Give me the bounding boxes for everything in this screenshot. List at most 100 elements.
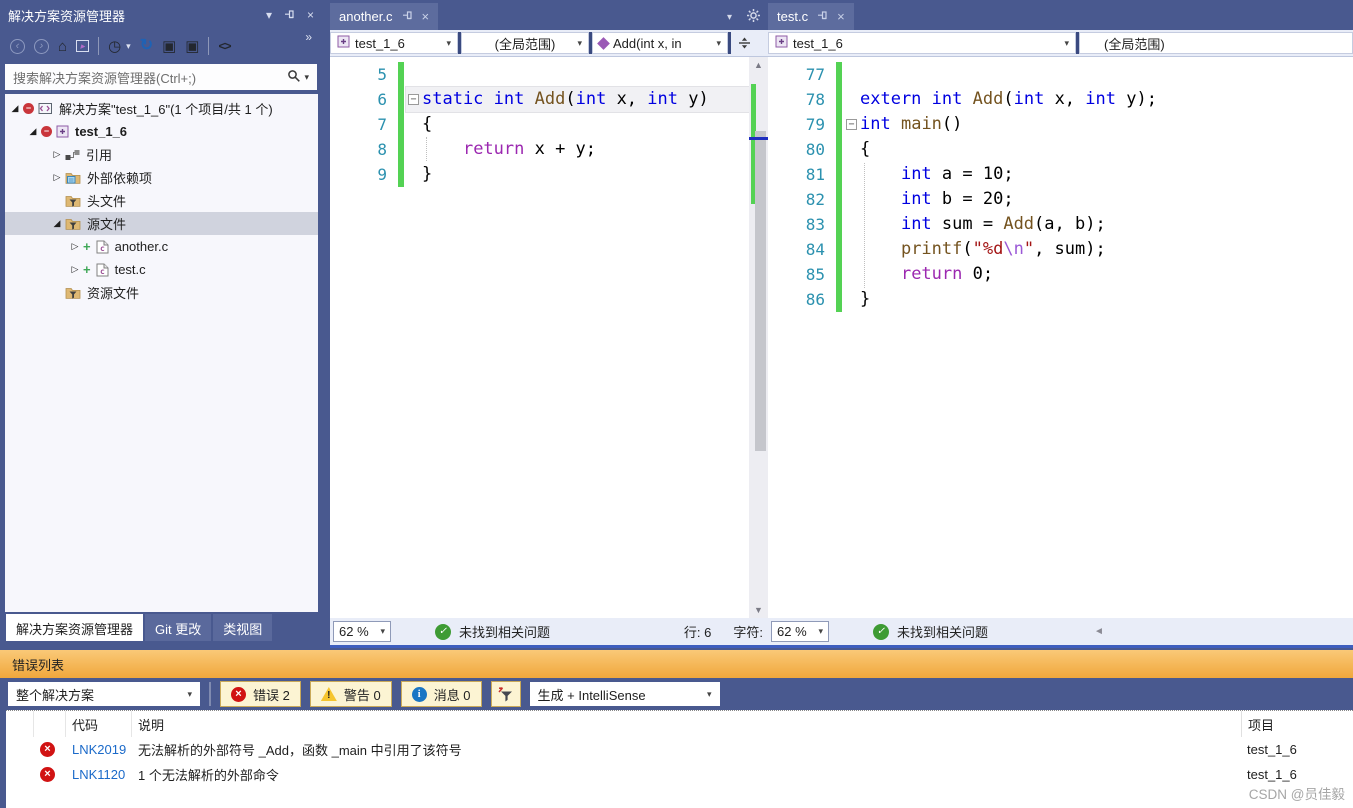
refresh-icon[interactable]: ↻	[140, 38, 153, 54]
column-code[interactable]: 代码	[66, 711, 132, 737]
error-list-titlebar[interactable]: 错误列表	[0, 650, 1353, 678]
code-line[interactable]: 79 − int main()	[768, 112, 1353, 137]
line-number: 83	[805, 215, 825, 234]
toolwindow-tab[interactable]: 类视图	[213, 614, 273, 641]
tree-item[interactable]: ◢ − 解决方案"test_1_6"(1 个项目/共 1 个)	[5, 97, 318, 120]
scrollbar-thumb[interactable]	[755, 131, 766, 451]
tree-item[interactable]: 资源文件	[5, 281, 318, 304]
info-filter-button[interactable]: i 消息 0	[400, 681, 482, 707]
code-line[interactable]: 80 {	[768, 137, 1353, 162]
expander-closed-icon[interactable]: ▷	[67, 241, 83, 252]
zoom-dropdown[interactable]: 62 % ▾	[771, 621, 829, 642]
scope-dropdown[interactable]: (全局范围) ▾	[461, 32, 589, 54]
expander-open-icon[interactable]: ◢	[25, 126, 41, 137]
member-name: Add(int x, in	[613, 35, 682, 51]
collapse-region-icon[interactable]: −	[846, 119, 857, 130]
project-dropdown[interactable]: test_1_6 ▾	[768, 32, 1076, 54]
home-icon[interactable]: ⌂	[58, 39, 67, 54]
code-line[interactable]: 83 int sum = Add(a, b);	[768, 212, 1353, 237]
panel-title: 错误列表	[12, 657, 65, 673]
scope-dropdown[interactable]: (全局范围)	[1079, 32, 1353, 54]
back-icon[interactable]: ‹	[10, 38, 25, 54]
document-list-icon[interactable]: ▾	[727, 12, 732, 23]
expander-open-icon[interactable]: ◢	[7, 103, 23, 114]
code-line[interactable]: 8 return x + y;	[330, 137, 749, 162]
error-filter-button[interactable]: × 错误 2	[220, 681, 301, 707]
warning-filter-button[interactable]: ! 警告 0	[309, 681, 392, 707]
code-line[interactable]: 5	[330, 62, 749, 87]
scroll-up-icon[interactable]: ▲	[749, 57, 768, 73]
filter-dropdown-icon[interactable]: ▾	[126, 41, 131, 52]
tree-item[interactable]: ▷ 外部依赖项	[5, 166, 318, 189]
tree-item[interactable]: ▷ + c test.c	[5, 258, 318, 281]
collapse-region-icon[interactable]: −	[408, 94, 419, 105]
pin-icon[interactable]	[284, 9, 295, 22]
expander-closed-icon[interactable]: ▷	[67, 264, 83, 275]
properties-icon[interactable]: ▣	[185, 39, 199, 54]
build-intellisense-dropdown[interactable]: 生成 + IntelliSense ▾	[529, 682, 720, 706]
tree-item[interactable]: ▷ 引用	[5, 143, 318, 166]
tree-item[interactable]: ▷ + c another.c	[5, 235, 318, 258]
toolwindow-tab[interactable]: Git 更改	[145, 614, 212, 641]
search-icon[interactable]	[287, 69, 301, 85]
collapse-all-icon[interactable]: ▣	[162, 39, 176, 54]
vertical-scrollbar[interactable]: ▲ ▼	[749, 57, 768, 618]
change-bar	[836, 112, 842, 137]
code-editor-test[interactable]: 77 78 extern int Add(int x, int y); 79− int …	[768, 57, 1353, 618]
code-line[interactable]: 86}	[768, 287, 1353, 312]
code-line[interactable]: 78 extern int Add(int x, int y);	[768, 87, 1353, 112]
zoom-dropdown[interactable]: 62 % ▾	[333, 621, 391, 642]
change-bar	[836, 62, 842, 87]
line-body: {	[844, 137, 1353, 162]
split-editor-button[interactable]	[731, 32, 757, 54]
pin-icon[interactable]	[402, 9, 413, 24]
error-row[interactable]: × LNK2019 无法解析的外部符号 _Add，函数 _main 中引用了该符号 t…	[6, 737, 1353, 762]
tree-item[interactable]: ◢ − test_1_6	[5, 120, 318, 143]
scroll-left-icon[interactable]: ◄	[1094, 626, 1104, 637]
error-code-link[interactable]: LNK1120	[66, 767, 132, 782]
project-dropdown[interactable]: test_1_6 ▾	[330, 32, 458, 54]
search-input[interactable]: 搜索解决方案资源管理器(Ctrl+;) ▾	[5, 64, 317, 90]
window-position-icon[interactable]: ▾	[266, 9, 272, 21]
column-project[interactable]: 项目	[1241, 711, 1353, 737]
tab-another-c[interactable]: another.c ×	[330, 3, 439, 30]
error-row[interactable]: × LNK1120 1 个无法解析的外部命令 test_1_6	[6, 762, 1353, 787]
filter-button[interactable]	[490, 681, 521, 707]
column-description[interactable]: 说明	[132, 711, 1241, 737]
search-options-icon[interactable]: ▾	[304, 72, 309, 83]
expander-closed-icon[interactable]: ▷	[49, 172, 65, 183]
error-code-link[interactable]: LNK2019	[66, 742, 132, 757]
line-number: 7	[377, 115, 387, 134]
tree-item[interactable]: 头文件	[5, 189, 318, 212]
view-code-icon[interactable]: <>	[218, 39, 231, 53]
code-line[interactable]: 81 int a = 10;	[768, 162, 1353, 187]
code-line[interactable]: 6 − static int Add(int x, int y)	[330, 86, 749, 113]
tab-test-c[interactable]: test.c ×	[768, 3, 854, 30]
code-line[interactable]: 84 printf("%d\n", sum);	[768, 237, 1353, 262]
scope-filter-dropdown[interactable]: 整个解决方案 ▾	[8, 682, 200, 706]
code-line[interactable]: 85 return 0;	[768, 262, 1353, 287]
code-line[interactable]: 82 int b = 20;	[768, 187, 1353, 212]
close-icon[interactable]: ×	[422, 10, 430, 23]
line-number: 79	[805, 115, 825, 134]
forward-icon[interactable]: ›	[34, 38, 49, 54]
pending-changes-filter-icon[interactable]: ◷	[108, 39, 121, 54]
expander-open-icon[interactable]: ◢	[49, 218, 65, 229]
solution-explorer-titlebar[interactable]: 解决方案资源管理器 ▾ ×	[0, 0, 322, 30]
sync-with-active-document-icon[interactable]: ▸	[76, 40, 90, 52]
gear-icon[interactable]	[747, 9, 760, 25]
horizontal-scrollbar[interactable]: ◄	[1094, 626, 1350, 637]
code-line[interactable]: 9}	[330, 162, 749, 187]
close-icon[interactable]: ×	[837, 10, 845, 23]
code-editor-another[interactable]: 5 6− static int Add(int x, int y) 7{8 retur…	[330, 57, 749, 618]
toolwindow-tab[interactable]: 解决方案资源管理器	[6, 614, 144, 641]
pin-icon[interactable]	[817, 9, 828, 24]
close-icon[interactable]: ×	[307, 9, 314, 21]
code-line[interactable]: 77	[768, 62, 1353, 87]
tree-item[interactable]: ◢ 源文件	[5, 212, 318, 235]
expander-closed-icon[interactable]: ▷	[49, 149, 65, 160]
member-dropdown[interactable]: Add(int x, in ▾	[592, 32, 728, 54]
toolbar-overflow-icon[interactable]: »	[305, 30, 312, 44]
code-line[interactable]: 7{	[330, 112, 749, 137]
scroll-down-icon[interactable]: ▼	[749, 602, 768, 618]
